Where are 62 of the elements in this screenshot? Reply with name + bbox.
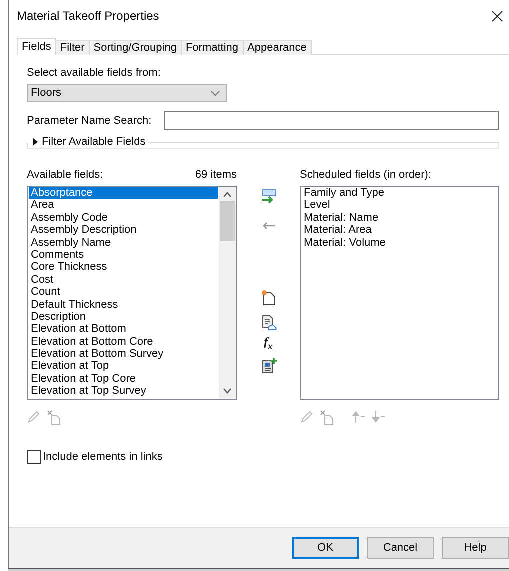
list-item[interactable]: Level: [302, 199, 497, 212]
pencil-icon[interactable]: [300, 410, 314, 424]
tab[interactable]: Formatting: [180, 40, 244, 55]
dialog-button[interactable]: OK: [292, 537, 359, 559]
list-item[interactable]: Elevation at Bottom Core: [29, 336, 218, 348]
list-item[interactable]: Assembly Code: [29, 212, 218, 224]
list-item[interactable]: Elevation at Bottom Survey: [29, 348, 218, 360]
list-item[interactable]: Default Thickness: [29, 298, 218, 311]
source-dropdown[interactable]: Floors: [27, 84, 227, 102]
dialog-button[interactable]: Help: [442, 537, 509, 559]
list-item[interactable]: Assembly Description: [29, 224, 218, 237]
scheduled-fields-label: Scheduled fields (in order):: [300, 169, 432, 183]
tab[interactable]: Appearance: [242, 40, 312, 55]
scheduled-fields-list[interactable]: Family and Type Level Material: Name Material: Area Material: Volume: [300, 186, 499, 400]
window-title: Material Takeoff Properties: [17, 9, 160, 23]
available-fields-label: Available fields:: [27, 169, 104, 183]
expand-arrow-icon: [33, 138, 38, 146]
add-field-icon[interactable]: [260, 189, 276, 205]
close-icon[interactable]: [492, 10, 503, 22]
delete-document-icon[interactable]: [320, 410, 334, 426]
pencil-icon[interactable]: [27, 410, 41, 424]
tab[interactable]: Filter: [55, 40, 90, 55]
available-fields-list[interactable]: [27, 186, 237, 400]
formula-button[interactable]: f$_{x}$: [264, 335, 273, 352]
item-count: 69 items: [195, 169, 237, 183]
tab[interactable]: Sorting/Grouping: [88, 40, 182, 55]
combine-parameters-icon[interactable]: [260, 358, 276, 374]
list-item[interactable]: Elevation at Top Survey: [29, 385, 218, 398]
list-item[interactable]: Count: [29, 286, 218, 299]
list-item[interactable]: Assembly Name: [29, 236, 218, 249]
list-item[interactable]: Cost: [29, 274, 218, 286]
source-label: Select available fields from:: [27, 67, 162, 79]
scrollbar[interactable]: [219, 187, 236, 399]
list-item[interactable]: Elevation at Bottom: [29, 323, 218, 336]
delete-document-icon[interactable]: [47, 410, 61, 426]
list-item[interactable]: Material: Name: [302, 212, 497, 224]
list-item[interactable]: Elevation at Top Core: [29, 372, 218, 386]
move-down-icon[interactable]: [372, 410, 386, 424]
scroll-down-icon[interactable]: [223, 388, 232, 394]
list-item[interactable]: Area: [29, 199, 218, 212]
filter-expander[interactable]: Filter Available Fields: [27, 136, 148, 148]
search-field[interactable]: [164, 111, 499, 130]
scroll-up-icon[interactable]: [223, 192, 232, 198]
chevron-down-icon: [211, 90, 220, 96]
tab[interactable]: Fields: [17, 38, 56, 55]
list-item[interactable]: Description: [29, 310, 218, 324]
list-item[interactable]: Material: Volume: [302, 236, 497, 249]
checkbox[interactable]: [27, 450, 41, 464]
list-item[interactable]: Absorptance: [29, 187, 218, 200]
checkbox-label: Include elements in links: [43, 451, 163, 463]
include-links-checkbox[interactable]: Include elements in links: [27, 450, 499, 464]
list-item[interactable]: Family and Type: [302, 187, 497, 200]
list-item[interactable]: Core Thickness: [29, 261, 218, 274]
new-parameter-icon[interactable]: [260, 290, 276, 306]
move-up-icon[interactable]: [352, 410, 366, 424]
list-item[interactable]: Elevation at Top: [29, 360, 218, 373]
list-item[interactable]: Material: Area: [302, 224, 497, 237]
list-item[interactable]: Comments: [29, 248, 218, 262]
scroll-thumb[interactable]: [220, 201, 235, 241]
document-cloud-icon[interactable]: [260, 315, 276, 331]
dialog-button[interactable]: Cancel: [367, 537, 434, 559]
search-label: Parameter Name Search:: [27, 114, 152, 126]
